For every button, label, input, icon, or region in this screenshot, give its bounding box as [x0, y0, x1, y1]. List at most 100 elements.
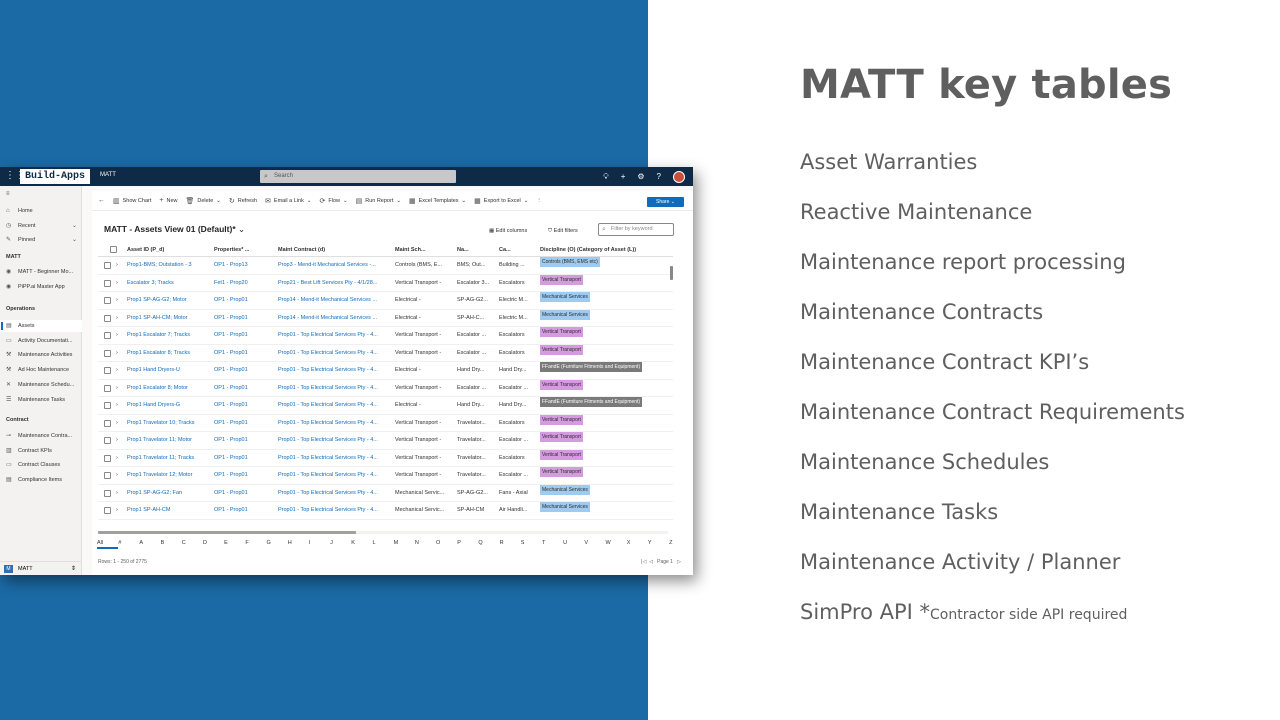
row-checkbox[interactable]: [104, 419, 111, 427]
command-new[interactable]: + New: [159, 197, 177, 204]
sidebar-item-home[interactable]: ⌂ Home: [0, 205, 82, 217]
cell-contract[interactable]: Prop01 - Top Electrical Services Pty - 4…: [278, 397, 391, 415]
command-email-a-link[interactable]: ✉ Email a Link ⌄: [265, 197, 311, 205]
avatar[interactable]: [673, 170, 685, 183]
alpha-filter-j[interactable]: J: [330, 537, 351, 549]
cell-prop[interactable]: OP1 - Prop01: [214, 485, 274, 503]
sidebar-item-maintenance-activities[interactable]: ⚒ Maintenance Activities: [0, 349, 82, 361]
app-name[interactable]: MATT: [100, 172, 116, 178]
expand-chevron-icon[interactable]: ›: [116, 310, 118, 328]
alpha-filter-p[interactable]: P: [457, 537, 478, 549]
expand-chevron-icon[interactable]: ›: [116, 467, 118, 485]
alpha-filter-c[interactable]: C: [182, 537, 203, 549]
cell-contract[interactable]: Prop01 - Top Electrical Services Pty - 4…: [278, 415, 391, 433]
cell-contract[interactable]: Prop01 - Top Electrical Services Pty - 4…: [278, 327, 391, 345]
first-page-icon[interactable]: |◁: [641, 559, 646, 565]
table-row[interactable]: › Prop1 Hand Dryers-U OP1 - Prop01 Prop01 -…: [98, 362, 673, 380]
expand-chevron-icon[interactable]: ›: [116, 345, 118, 363]
scroll-thumb[interactable]: [98, 531, 356, 534]
expand-chevron-icon[interactable]: ›: [116, 380, 118, 398]
row-checkbox[interactable]: [104, 349, 111, 357]
search-input[interactable]: ⌕ Search: [260, 170, 456, 183]
cell-asset[interactable]: Prop1 Travelator 12; Motor: [127, 467, 211, 485]
area-switcher[interactable]: M MATT ⇕: [0, 561, 82, 575]
sidebar-item-maintenance-tasks[interactable]: ☰ Maintenance Tasks: [0, 394, 82, 406]
plus-icon[interactable]: +: [621, 172, 626, 181]
row-checkbox[interactable]: [104, 402, 111, 409]
cell-asset[interactable]: Prop1-BMS; Outstation - 3: [127, 257, 211, 275]
cell-prop[interactable]: OP1 - Prop01: [214, 397, 274, 415]
next-page-icon[interactable]: ▷: [677, 559, 681, 565]
cell-prop[interactable]: OP1 - Prop01: [214, 292, 274, 310]
select-all-checkbox[interactable]: [110, 246, 117, 253]
expand-chevron-icon[interactable]: ›: [116, 292, 118, 310]
lightbulb-icon[interactable]: 💡︎: [603, 172, 609, 182]
expand-chevron-icon[interactable]: ›: [116, 362, 118, 380]
share-button[interactable]: Share ⌄: [647, 197, 684, 207]
cell-asset[interactable]: Prop1 Escalator 8; Tracks: [127, 345, 211, 363]
sidebar-item-pinned[interactable]: ✎ Pinned ⌄: [0, 234, 82, 246]
column-header[interactable]: Maint Contract (d): [278, 243, 391, 257]
view-selector[interactable]: MATT - Assets View 01 (Default)* ⌄: [104, 224, 245, 235]
alpha-filter-v[interactable]: V: [584, 537, 605, 549]
row-checkbox[interactable]: [104, 454, 111, 462]
alpha-filter-r[interactable]: R: [500, 537, 521, 549]
cell-asset[interactable]: Prop1 Escalator 7; Tracks: [127, 327, 211, 345]
cell-asset[interactable]: Prop1 SP-AH-CM: [127, 502, 211, 520]
gear-icon[interactable]: ⚙: [637, 172, 644, 181]
cell-asset[interactable]: Escalator 3; Tracks: [127, 275, 211, 293]
cell-contract[interactable]: Prop01 - Top Electrical Services Pty - 4…: [278, 362, 391, 380]
row-checkbox[interactable]: [104, 489, 111, 497]
table-row[interactable]: › Prop1 Travelator 11; Motor OP1 - Prop01 P…: [98, 432, 673, 450]
alpha-filter-b[interactable]: B: [161, 537, 182, 549]
expand-chevron-icon[interactable]: ›: [116, 327, 118, 345]
cell-contract[interactable]: Prop01 - Top Electrical Services Pty - 4…: [278, 380, 391, 398]
command-delete[interactable]: 🗑︎ Delete ⌄: [185, 197, 220, 205]
cell-asset[interactable]: Prop1 Travelator 10; Tracks: [127, 415, 211, 433]
edit-columns-button[interactable]: ▦ Edit columns: [489, 228, 527, 234]
sidebar-item-maintenance-contra[interactable]: ⊸ Maintenance Contra...: [0, 430, 82, 442]
alpha-filter-x[interactable]: X: [627, 537, 648, 549]
cell-contract[interactable]: Prop01 - Top Electrical Services Pty - 4…: [278, 502, 391, 520]
command-show-chart[interactable]: ▥ Show Chart: [113, 197, 151, 205]
row-checkbox[interactable]: [104, 367, 111, 374]
expand-chevron-icon[interactable]: ›: [116, 397, 118, 415]
expand-chevron-icon[interactable]: ›: [116, 415, 118, 433]
row-checkbox[interactable]: [104, 507, 111, 514]
cell-contract[interactable]: Prop01 - Top Electrical Services Pty - 4…: [278, 345, 391, 363]
table-row[interactable]: › Prop1 Hand Dryers-G OP1 - Prop01 Prop01 -…: [98, 397, 673, 415]
alpha-filter-q[interactable]: Q: [478, 537, 499, 549]
cell-prop[interactable]: OP1 - Prop01: [214, 327, 274, 345]
row-checkbox[interactable]: [104, 262, 111, 269]
table-row[interactable]: › Prop1 Travelator 11; Tracks OP1 - Prop01…: [98, 449, 673, 468]
cell-contract[interactable]: Prop01 - Top Electrical Services Pty - 4…: [278, 485, 391, 503]
cell-asset[interactable]: Prop1 SP-AH-CM; Motor: [127, 310, 211, 328]
cell-contract[interactable]: Prop01 - Top Electrical Services Pty - 4…: [278, 467, 391, 485]
table-row[interactable]: › Prop1 Escalator 8; Tracks OP1 - Prop01 Pr…: [98, 344, 673, 363]
table-row[interactable]: › Prop1-BMS; Outstation - 3 OP1 - Prop13 Pr…: [98, 257, 673, 275]
cell-prop[interactable]: OP1 - Prop01: [214, 502, 274, 520]
cell-asset[interactable]: Prop1 Escalator 8; Motor: [127, 380, 211, 398]
row-checkbox[interactable]: [104, 332, 111, 339]
vertical-scrollbar[interactable]: [670, 266, 673, 280]
cell-asset[interactable]: Prop1 SP-AG-G2; Fan: [127, 485, 211, 503]
expand-chevron-icon[interactable]: ›: [116, 432, 118, 450]
help-icon[interactable]: ?: [657, 172, 661, 181]
alpha-filter-u[interactable]: U: [563, 537, 584, 549]
alpha-filter-l[interactable]: L: [372, 537, 393, 549]
alpha-filter-i[interactable]: I: [309, 537, 330, 549]
sidebar-item-contract-kpis[interactable]: ▥ Contract KPIs: [0, 445, 82, 457]
command-run-report[interactable]: ▤ Run Report ⌄: [356, 197, 401, 205]
table-row[interactable]: › Prop1 SP-AH-CM OP1 - Prop01 Prop01 - Top …: [98, 502, 673, 520]
command-excel-templates[interactable]: ▦ Excel Templates ⌄: [409, 197, 466, 205]
cell-asset[interactable]: Prop1 Hand Dryers-U: [127, 362, 211, 380]
alpha-filter-g[interactable]: G: [267, 537, 288, 549]
alpha-filter-h[interactable]: H: [288, 537, 309, 549]
more-commands-button[interactable]: ⋮: [536, 198, 542, 204]
cell-contract[interactable]: Prop14 - Mend-it Mechanical Services ...: [278, 292, 391, 310]
alpha-filter-a[interactable]: A: [139, 537, 160, 549]
expand-chevron-icon[interactable]: ›: [116, 275, 118, 293]
expand-chevron-icon[interactable]: ›: [116, 450, 118, 468]
column-header[interactable]: Properties* ...: [214, 243, 274, 257]
cell-prop[interactable]: OP1 - Prop01: [214, 380, 274, 398]
